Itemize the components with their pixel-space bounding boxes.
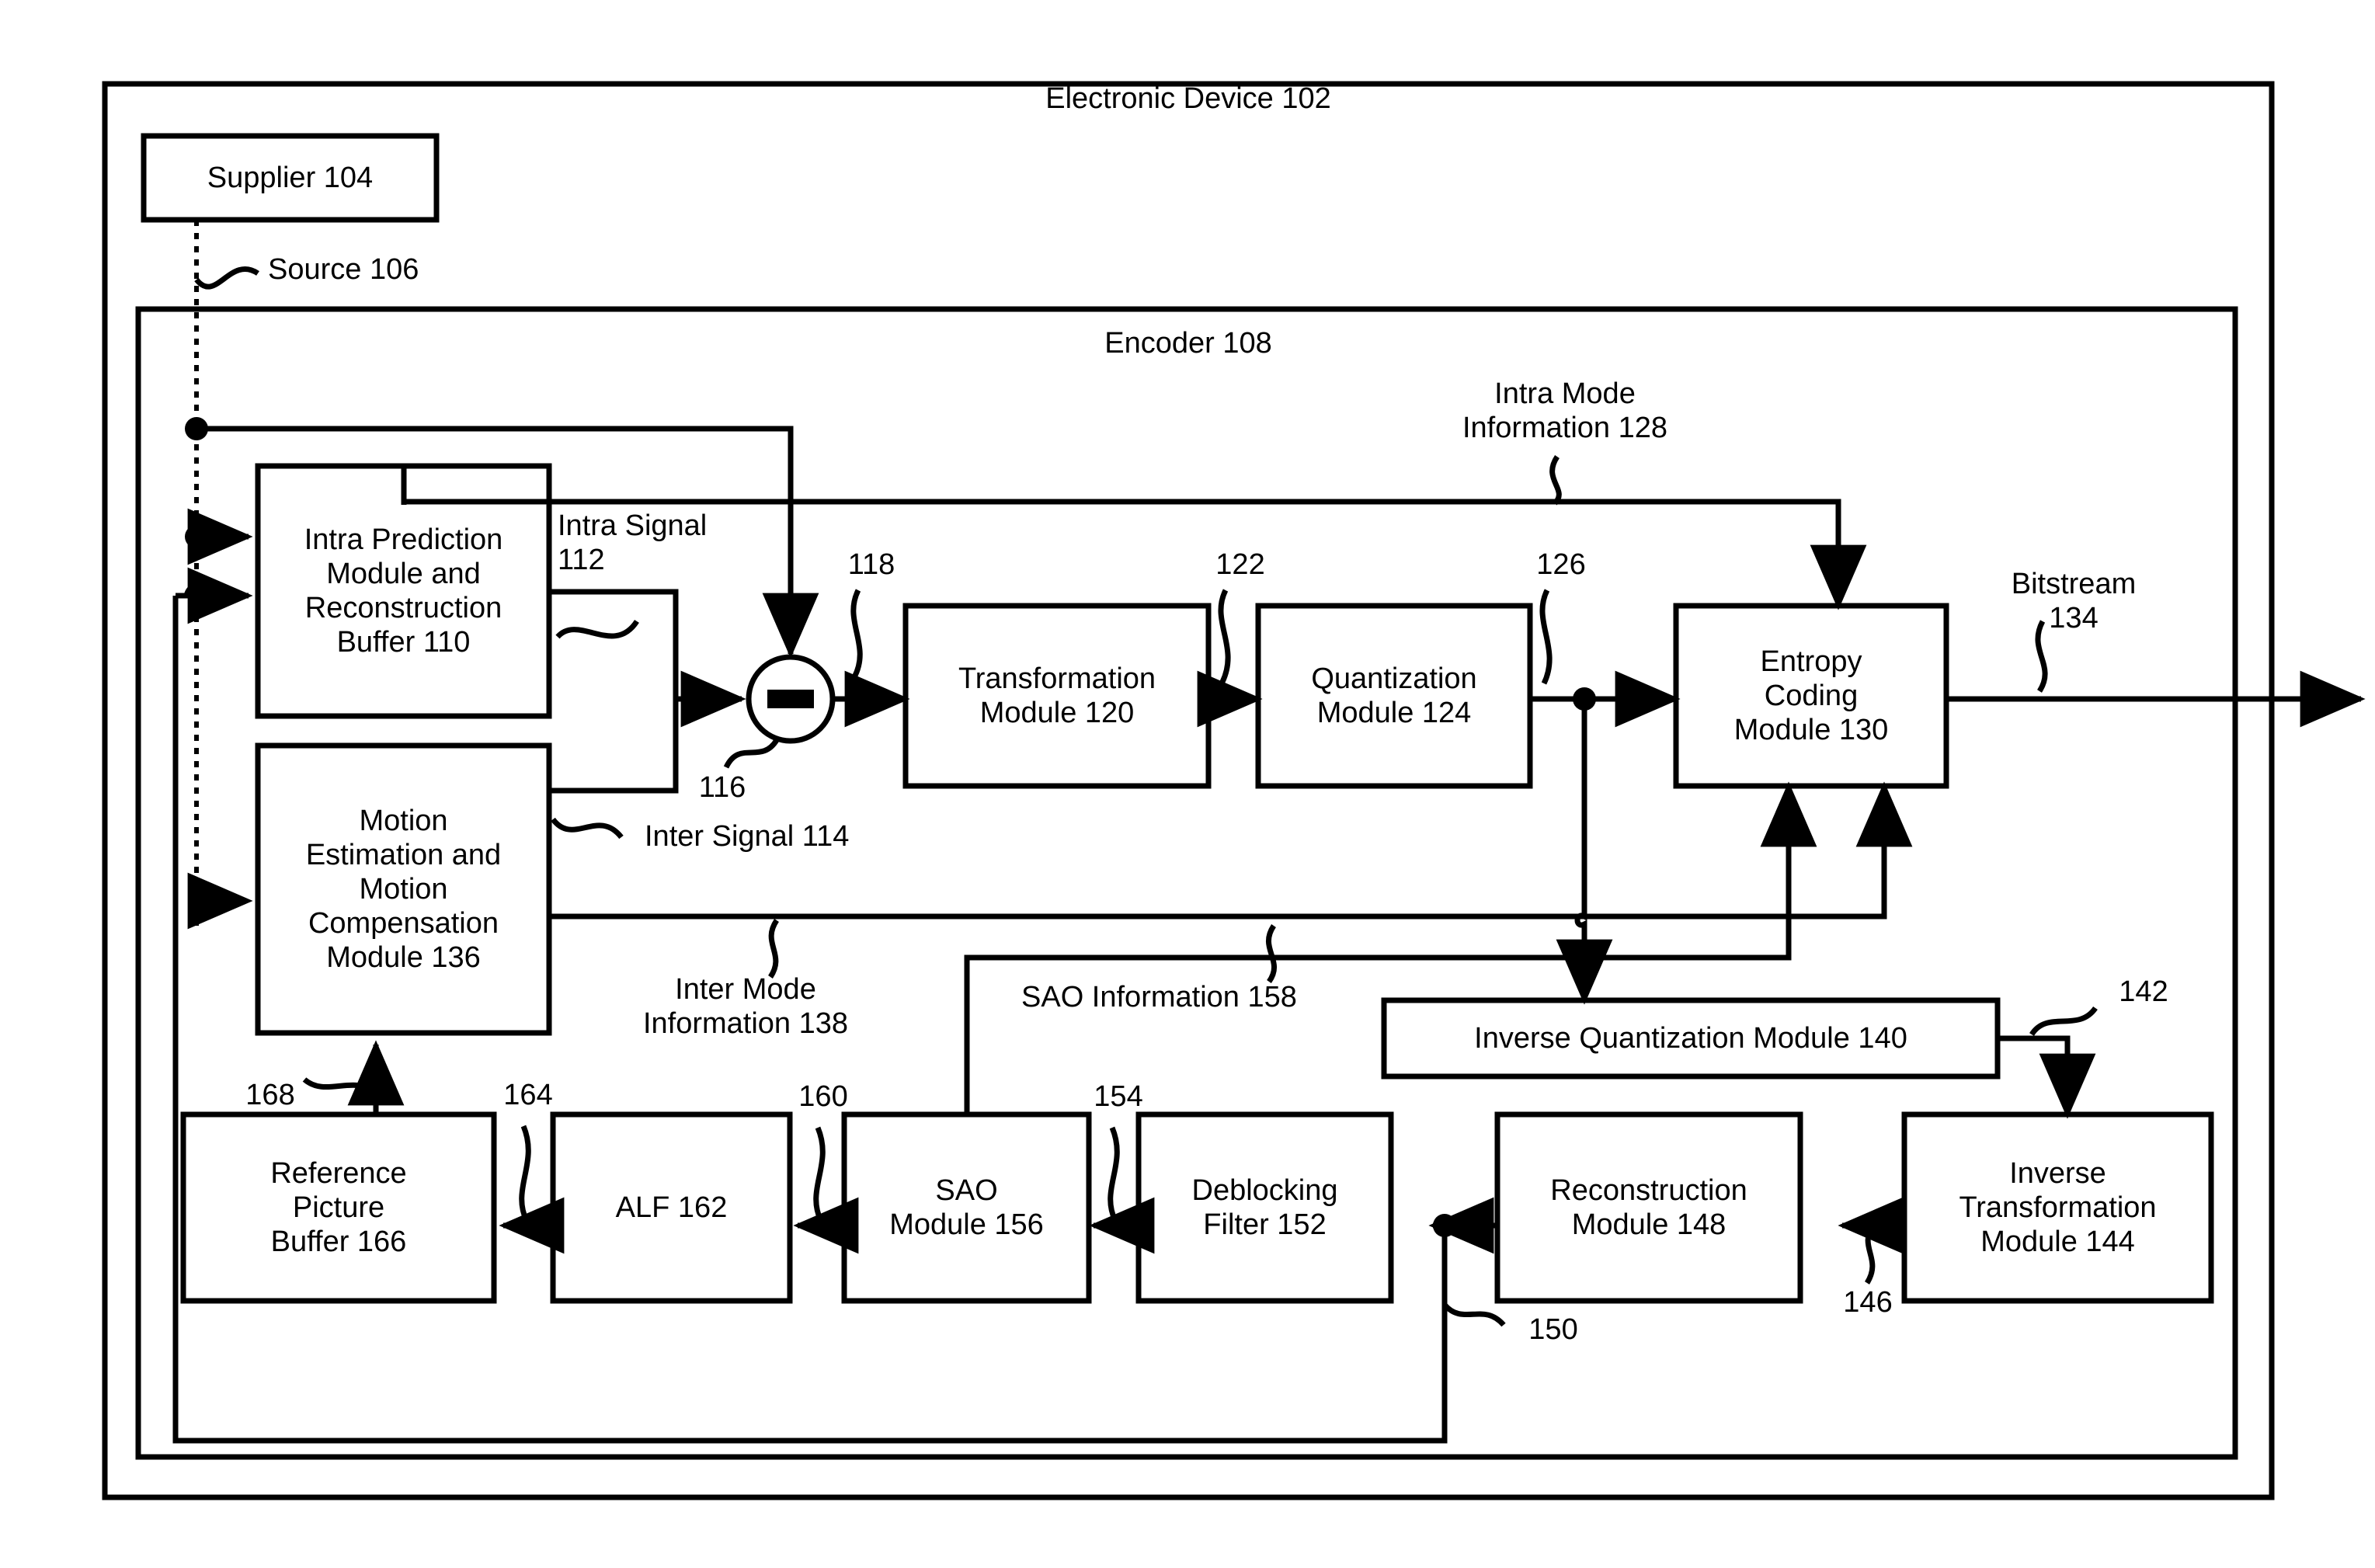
deblocking-filter-box-label: Deblocking Filter 152	[1191, 1173, 1338, 1241]
inverse-transformation-box-label: Inverse Transformation Module 144	[1959, 1156, 2157, 1259]
ref160-leader	[813, 1126, 826, 1222]
source-label: Source 106	[268, 253, 419, 286]
ref126-leader	[1539, 589, 1553, 685]
entropy-coding-box-label: Entropy Coding Module 130	[1733, 645, 1889, 747]
ref122-leader	[1218, 589, 1231, 683]
ref116-leader	[723, 738, 779, 769]
supplier-box-label: Supplier 104	[207, 161, 374, 194]
ref164-leader	[519, 1125, 531, 1222]
intra-signal-leader	[555, 619, 639, 639]
ref-126-label: 126	[1536, 548, 1586, 581]
intra-signal-label: Intra Signal 112	[558, 509, 708, 577]
ref-116-label: 116	[698, 771, 746, 804]
ref158-leader	[1265, 924, 1278, 984]
feedback-into-intra-prediction	[176, 567, 253, 624]
intra-prediction-output	[549, 589, 679, 699]
quantization-box-label: Quantization Module 124	[1311, 662, 1477, 729]
ref-118-label: 118	[847, 548, 895, 581]
ref-154-label: 154	[1094, 1080, 1143, 1113]
bitstream-label: Bitstream 134	[2011, 568, 2137, 635]
subtractor-minus-glyph	[767, 690, 814, 708]
reconstruction-output-junction-dot	[1433, 1214, 1456, 1237]
intra-mode-information-label: Intra Mode Information 128	[1462, 377, 1668, 445]
reference-picture-buffer-box-label: Reference Picture Buffer 166	[270, 1156, 407, 1259]
inter-mode-information-label: Inter Mode Information 138	[642, 973, 849, 1041]
inverse-quantization-box-label: Inverse Quantization Module 140	[1474, 1021, 1907, 1055]
ref-168-label: 168	[245, 1079, 295, 1111]
transformation-box-label: Transformation Module 120	[958, 662, 1156, 729]
alf-box-label: ALF 162	[615, 1191, 728, 1224]
ref-164-label: 164	[503, 1079, 553, 1111]
ref146-leader	[1864, 1223, 1876, 1285]
ref138-leader	[767, 919, 780, 979]
intra-prediction-box-label: Intra Prediction Module and Reconstructi…	[304, 523, 503, 659]
ref-146-label: 146	[1843, 1286, 1893, 1319]
motion-estimation-box-label: Motion Estimation and Motion Compensatio…	[305, 804, 502, 975]
source-leader	[194, 266, 259, 290]
electronic-device-title: Electronic Device 102	[1045, 82, 1331, 115]
motion-estimation-output	[549, 699, 679, 794]
figure-canvas: Electronic Device 102 Encoder 108 Suppli…	[0, 0, 2375, 1568]
ref-150-label: 150	[1528, 1313, 1578, 1346]
ref150-leader	[1442, 1302, 1506, 1327]
ref-142-label: 142	[2119, 975, 2168, 1008]
ref142-leader	[2029, 1006, 2098, 1037]
ref128-leader	[1549, 455, 1562, 506]
inverse-quantization-to-inverse-transformation	[1998, 1035, 2096, 1119]
sao-module-box-label: SAO Module 156	[889, 1173, 1044, 1241]
inter-signal-leader	[551, 817, 624, 840]
ref154-leader	[1108, 1126, 1120, 1222]
ref-160-label: 160	[798, 1080, 848, 1113]
inter-signal-label: Inter Signal 114	[645, 820, 850, 853]
ref118-leader	[850, 589, 863, 679]
sao-information-label: SAO Information 158	[1021, 981, 1297, 1013]
encoder-title: Encoder 108	[1104, 327, 1272, 360]
ref-122-label: 122	[1215, 548, 1265, 581]
reconstruction-box-label: Reconstruction Module 148	[1550, 1173, 1747, 1241]
